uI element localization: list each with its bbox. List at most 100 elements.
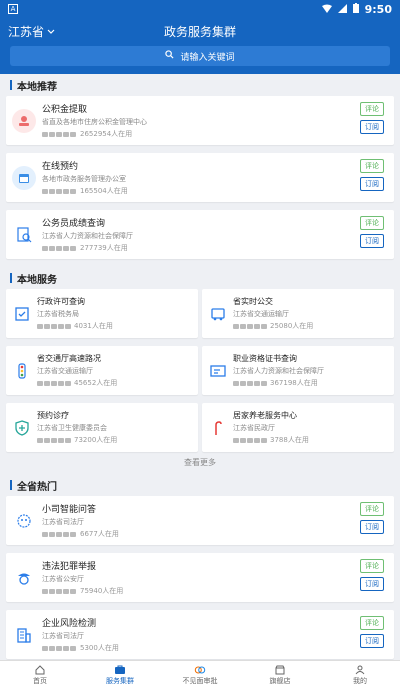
local-service-medical[interactable]: 预约诊疗 江苏省卫生健康委员会 73200人在用 xyxy=(6,403,198,452)
user-icon xyxy=(354,665,366,675)
service-name: 违法犯罪举报 xyxy=(42,562,97,572)
rating-stars xyxy=(42,245,76,251)
section-title: 本地服务 xyxy=(17,274,57,286)
service-dept: 省直及各地市住房公积金管理中心 xyxy=(42,118,147,126)
local-service-traffic[interactable]: 省交通厅高速路况 江苏省交通运输厅 45652人在用 xyxy=(6,346,198,395)
approval-icon xyxy=(194,665,206,675)
status-bar: A 9:50 xyxy=(0,0,400,18)
service-dept: 江苏省交通运输厅 xyxy=(37,367,93,375)
see-more-link[interactable]: 查看更多 xyxy=(0,452,400,474)
service-name: 企业风险检测 xyxy=(42,619,97,629)
tab-mine[interactable]: 我的 xyxy=(320,661,400,690)
service-name: 行政许可查询 xyxy=(37,297,85,306)
comment-button[interactable]: 评论 xyxy=(360,502,384,516)
building-icon xyxy=(12,623,36,647)
app-header: 江苏省 政务服务集群 请输入关键词 xyxy=(0,18,400,74)
bottom-tab-bar: 首页 服务集群 不见面审批 旗舰店 我的 xyxy=(0,660,400,690)
permit-icon xyxy=(12,304,32,324)
search-placeholder: 请输入关键词 xyxy=(180,52,235,63)
province-selector[interactable]: 江苏省 xyxy=(8,23,55,40)
rating-stars xyxy=(42,188,76,194)
section-marker xyxy=(10,480,12,490)
local-service-certificate[interactable]: 职业资格证书查询 江苏省人力资源和社会保障厅 367198人在用 xyxy=(202,346,394,395)
tab-approval[interactable]: 不见面审批 xyxy=(160,661,240,690)
service-dept: 江苏省税务局 xyxy=(37,310,79,318)
hot-card-qa[interactable]: 小司智能问答 江苏省司法厅 6677人在用 评论 订阅 xyxy=(6,496,394,545)
usage-count: 45652人在用 xyxy=(74,379,118,387)
hot-card-report[interactable]: 违法犯罪举报 江苏省公安厅 75940人在用 评论 订阅 xyxy=(6,553,394,602)
page-title: 政务服务集群 xyxy=(163,24,236,39)
tab-label: 不见面审批 xyxy=(182,677,218,685)
usage-count: 3788人在用 xyxy=(270,436,309,444)
comment-button[interactable]: 评论 xyxy=(360,159,384,173)
subscribe-button[interactable]: 订阅 xyxy=(360,520,384,534)
usage-count: 4031人在用 xyxy=(74,322,113,330)
service-dept: 江苏省民政厅 xyxy=(233,424,275,432)
subscribe-button[interactable]: 订阅 xyxy=(360,234,384,248)
service-name: 在线预约 xyxy=(42,162,79,172)
service-dept: 江苏省司法厅 xyxy=(42,518,84,526)
search-icon xyxy=(165,50,174,62)
service-name: 居家养老服务中心 xyxy=(233,411,297,420)
comment-button[interactable]: 评论 xyxy=(360,616,384,630)
service-dept: 江苏省司法厅 xyxy=(42,632,84,640)
usage-count: 367198人在用 xyxy=(270,379,318,387)
local-service-bus[interactable]: 省实时公交 江苏省交通运输厅 25080人在用 xyxy=(202,289,394,338)
service-dept: 江苏省人力资源和社会保障厅 xyxy=(233,367,324,375)
comment-button[interactable]: 评论 xyxy=(360,216,384,230)
service-name: 省交通厅高速路况 xyxy=(37,354,101,363)
document-search-icon xyxy=(12,222,36,247)
hot-card-risk[interactable]: 企业风险检测 江苏省司法厅 5300人在用 评论 订阅 xyxy=(6,610,394,659)
recommend-card-appointment[interactable]: 在线预约 各地市政务服务管理办公室 165504人在用 评论 订阅 xyxy=(6,153,394,202)
tab-home[interactable]: 首页 xyxy=(0,661,80,690)
calendar-icon xyxy=(12,165,36,190)
subscribe-button[interactable]: 订阅 xyxy=(360,634,384,648)
section-marker xyxy=(10,273,12,283)
rating-stars xyxy=(42,645,76,651)
local-service-permit[interactable]: 行政许可查询 江苏省税务局 4031人在用 xyxy=(6,289,198,338)
rating-stars xyxy=(233,437,267,443)
section-local-recommend: 本地推荐 xyxy=(0,74,400,96)
rating-stars xyxy=(233,380,267,386)
police-icon xyxy=(12,566,36,590)
fund-icon xyxy=(12,108,36,133)
section-local-services: 本地服务 xyxy=(0,267,400,289)
subscribe-button[interactable]: 订阅 xyxy=(360,177,384,191)
comment-button[interactable]: 评论 xyxy=(360,102,384,116)
recommend-card-exam-score[interactable]: 公务员成绩查询 江苏省人力资源和社会保障厅 277739人在用 评论 订阅 xyxy=(6,210,394,259)
rating-stars xyxy=(37,380,71,386)
tab-label: 我的 xyxy=(353,677,367,685)
subscribe-button[interactable]: 订阅 xyxy=(360,120,384,134)
tab-label: 服务集群 xyxy=(106,677,134,685)
tab-store[interactable]: 旗舰店 xyxy=(240,661,320,690)
cane-icon xyxy=(208,418,228,438)
signal-icon xyxy=(337,3,347,16)
robot-icon xyxy=(12,509,36,533)
service-name: 公务员成绩查询 xyxy=(42,219,106,229)
local-services-grid: 行政许可查询 江苏省税务局 4031人在用 省实时公交 江苏省交通运输厅 250… xyxy=(0,289,400,452)
subscribe-button[interactable]: 订阅 xyxy=(360,577,384,591)
usage-count: 75940人在用 xyxy=(80,587,124,595)
service-dept: 江苏省人力资源和社会保障厅 xyxy=(42,232,133,240)
rating-stars xyxy=(233,323,267,329)
usage-count: 5300人在用 xyxy=(80,644,119,652)
section-marker xyxy=(10,80,12,90)
section-title: 本地推荐 xyxy=(17,81,57,93)
service-cluster-icon xyxy=(114,665,126,675)
usage-count: 6677人在用 xyxy=(80,530,119,538)
chevron-down-icon xyxy=(47,24,55,38)
rating-stars xyxy=(42,531,76,537)
tab-service-cluster[interactable]: 服务集群 xyxy=(80,661,160,690)
rating-stars xyxy=(42,131,76,137)
main-content[interactable]: 本地推荐 公积金提取 省直及各地市住房公积金管理中心 2652954人在用 评论… xyxy=(0,74,400,660)
recommend-card-fund[interactable]: 公积金提取 省直及各地市住房公积金管理中心 2652954人在用 评论 订阅 xyxy=(6,96,394,145)
service-name: 职业资格证书查询 xyxy=(233,354,297,363)
comment-button[interactable]: 评论 xyxy=(360,559,384,573)
service-dept: 江苏省交通运输厅 xyxy=(233,310,289,318)
store-icon xyxy=(274,665,286,675)
search-input[interactable]: 请输入关键词 xyxy=(10,46,390,66)
home-icon xyxy=(34,665,46,675)
usage-count: 165504人在用 xyxy=(80,187,128,195)
local-service-elderly[interactable]: 居家养老服务中心 江苏省民政厅 3788人在用 xyxy=(202,403,394,452)
rating-stars xyxy=(37,437,71,443)
